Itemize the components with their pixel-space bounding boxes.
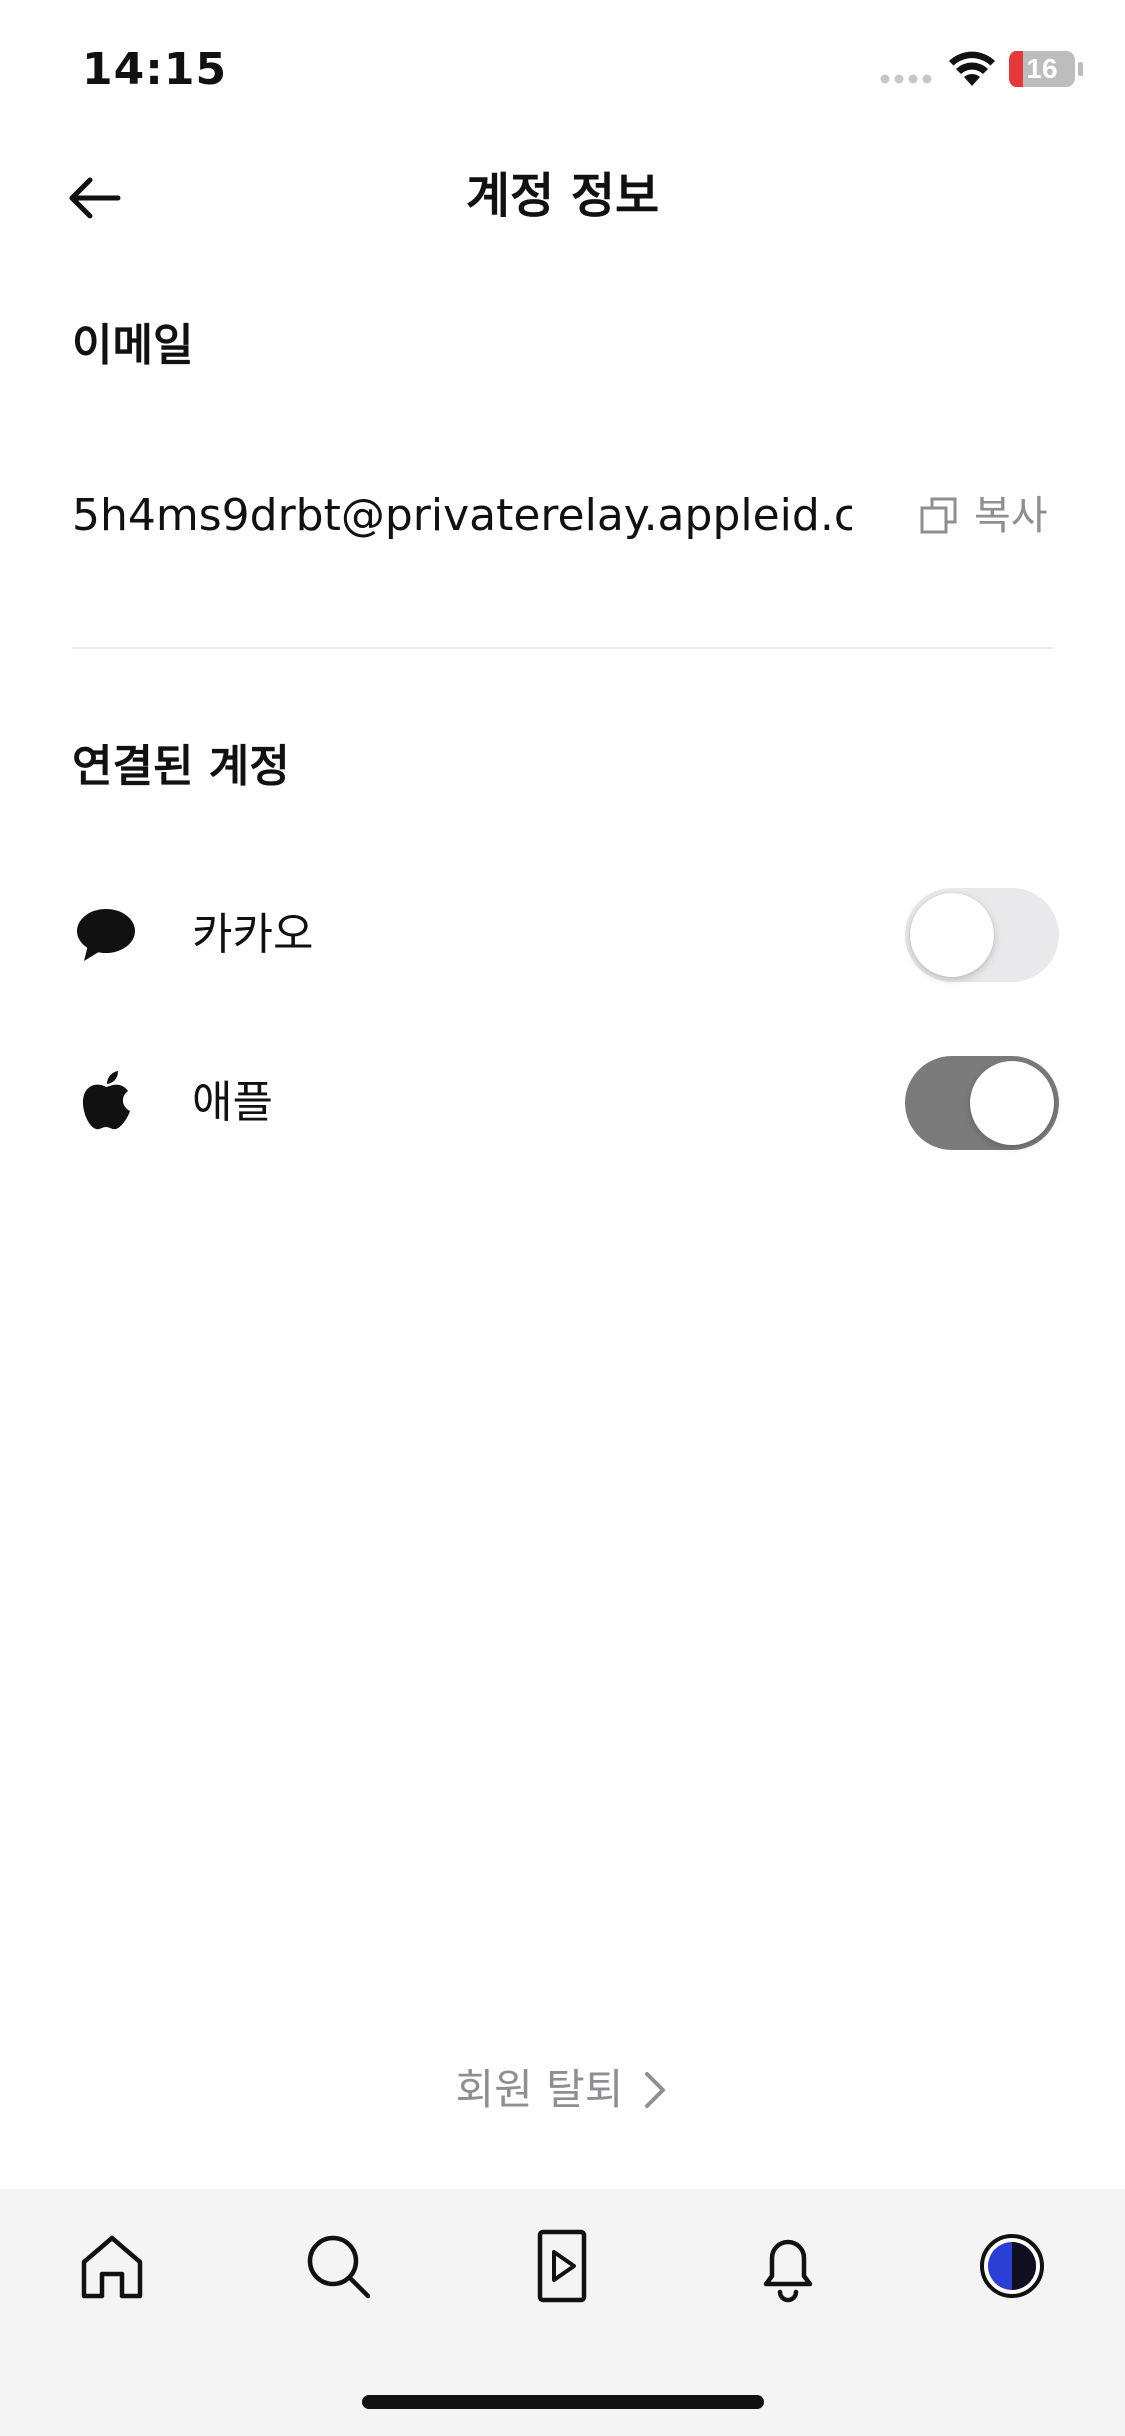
account-label-apple: 애플 [192, 1077, 273, 1128]
linked-accounts-title: 연결된 계정 [72, 741, 290, 792]
battery-level: 16 [1026, 53, 1058, 84]
wifi-icon [949, 51, 995, 86]
copy-label: 복사 [974, 493, 1048, 539]
chevron-right-icon [645, 2072, 666, 2108]
signal-dots-icon [880, 74, 932, 84]
battery-icon: 16 [1008, 50, 1084, 88]
account-row-kakao: 카카오 [0, 880, 1125, 990]
section-divider [72, 647, 1053, 649]
apple-logo-icon [82, 1071, 130, 1130]
toggle-knob [970, 1061, 1054, 1145]
toggle-knob [910, 893, 994, 977]
email-section-title: 이메일 [72, 320, 194, 371]
speech-bubble-icon [77, 909, 135, 961]
apple-toggle[interactable] [905, 1056, 1059, 1150]
search-icon [307, 2235, 371, 2299]
page-title: 계정 정보 [465, 168, 660, 224]
email-value: 5h4ms9drbt@privaterelay.appleid.c... [72, 490, 852, 541]
withdraw-link[interactable]: 회원 탈퇴 [0, 2058, 1125, 2122]
account-label-kakao: 카카오 [192, 909, 314, 960]
home-icon [81, 2235, 143, 2299]
kakao-toggle[interactable] [905, 888, 1059, 982]
tab-notifications[interactable] [748, 2226, 828, 2306]
withdraw-label: 회원 탈퇴 [455, 2065, 624, 2114]
home-indicator [362, 2395, 764, 2409]
tab-home[interactable] [72, 2226, 152, 2306]
account-row-apple: 애플 [0, 1048, 1125, 1158]
copy-icon [920, 497, 957, 534]
tab-video[interactable] [522, 2226, 602, 2306]
bell-icon [763, 2239, 813, 2303]
status-time: 14:15 [82, 44, 228, 95]
profile-avatar-icon [980, 2234, 1044, 2298]
tab-search[interactable] [298, 2226, 378, 2306]
tab-profile[interactable] [972, 2226, 1052, 2306]
video-play-icon [537, 2229, 587, 2303]
copy-button[interactable]: 복사 [920, 486, 1048, 546]
